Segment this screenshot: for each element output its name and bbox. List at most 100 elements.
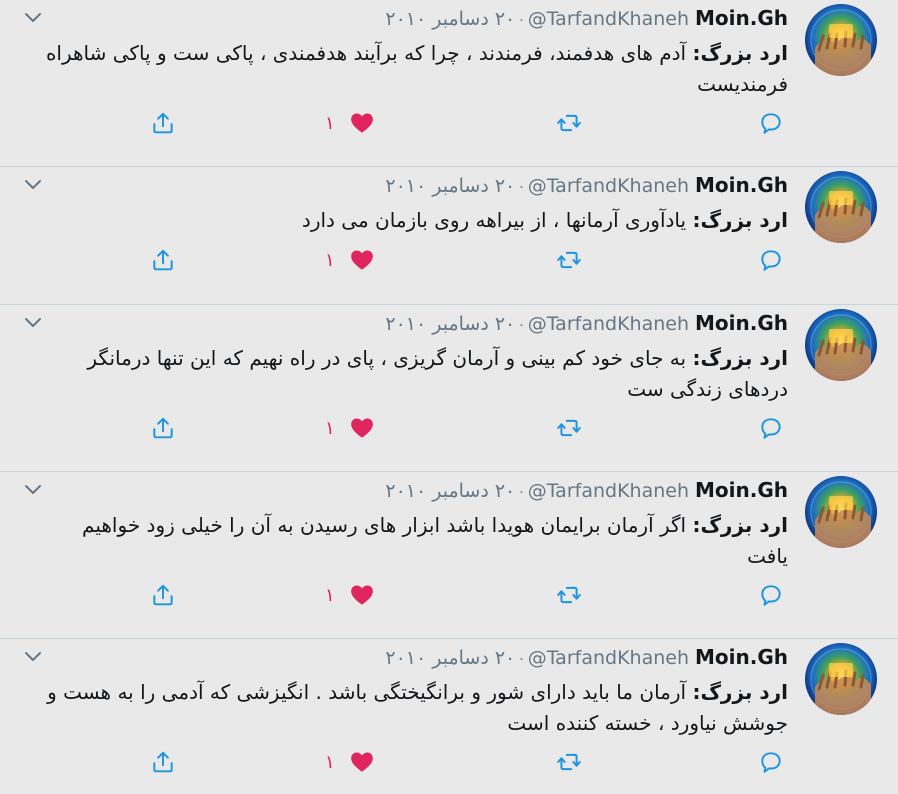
tweet-date[interactable]: ۲۰ دسامبر ۲۰۱۰ (385, 647, 515, 669)
reply-icon (761, 418, 781, 439)
share-button[interactable] (150, 247, 176, 273)
retweet-icon (557, 419, 581, 437)
like-button[interactable]: ۱ (325, 110, 375, 136)
heart-icon (350, 585, 373, 605)
retweet-button[interactable] (556, 415, 582, 441)
tweet-text: ارد بزرگ: آدم های هدفمند، فرمندند ، چرا … (40, 38, 788, 100)
share-button[interactable] (150, 110, 176, 136)
author-handle[interactable]: @TarfandKhaneh (528, 175, 689, 197)
tweet-body: آدم های هدفمند، فرمندند ، چرا که برآیند … (45, 41, 788, 96)
tweet-date[interactable]: ۲۰ دسامبر ۲۰۱۰ (385, 480, 515, 502)
tweet[interactable]: Moin.Gh @TarfandKhaneh · ۲۰ دسامبر ۲۰۱۰ … (0, 167, 898, 305)
heart-icon (350, 113, 373, 133)
tweet-date[interactable]: ۲۰ دسامبر ۲۰۱۰ (385, 313, 515, 335)
quote-prefix: ارد بزرگ: (692, 41, 788, 65)
heart-icon (350, 418, 373, 438)
reply-icon (761, 250, 781, 271)
tweet-actions: ۱ (0, 749, 898, 779)
tweet-actions: ۱ (0, 110, 898, 140)
reply-icon (761, 585, 781, 606)
retweet-icon (557, 114, 581, 132)
tweet-body: به جای خود کم بینی و آرمان گریزی ، پای د… (87, 346, 788, 401)
tweet[interactable]: Moin.Gh @TarfandKhaneh · ۲۰ دسامبر ۲۰۱۰ … (0, 639, 898, 794)
author-name[interactable]: Moin.Gh (695, 173, 788, 197)
reply-button[interactable] (758, 582, 784, 608)
tweet-feed: Moin.Gh @TarfandKhaneh · ۲۰ دسامبر ۲۰۱۰ … (0, 0, 898, 794)
avatar[interactable] (805, 309, 877, 381)
reply-icon (761, 113, 781, 134)
chevron-down-icon[interactable] (24, 179, 42, 191)
retweet-button[interactable] (556, 247, 582, 273)
like-count: ۱ (325, 417, 335, 439)
quote-prefix: ارد بزرگ: (692, 680, 788, 704)
share-button[interactable] (150, 749, 176, 775)
author-handle[interactable]: @TarfandKhaneh (528, 647, 689, 669)
tweet-header: Moin.Gh @TarfandKhaneh · ۲۰ دسامبر ۲۰۱۰ (385, 645, 788, 669)
tweet[interactable]: Moin.Gh @TarfandKhaneh · ۲۰ دسامبر ۲۰۱۰ … (0, 472, 898, 639)
quote-prefix: ارد بزرگ: (692, 513, 788, 537)
heart-icon (350, 752, 373, 772)
avatar-image-icon (810, 648, 872, 715)
share-icon (153, 751, 173, 773)
author-name[interactable]: Moin.Gh (695, 6, 788, 30)
separator: · (519, 13, 524, 29)
tweet-header: Moin.Gh @TarfandKhaneh · ۲۰ دسامبر ۲۰۱۰ (385, 173, 788, 197)
retweet-button[interactable] (556, 110, 582, 136)
tweet-actions: ۱ (0, 247, 898, 277)
like-count: ۱ (325, 249, 335, 271)
retweet-button[interactable] (556, 749, 582, 775)
tweet-body: آرمان ما باید دارای شور و برانگیختگی باش… (47, 680, 788, 735)
avatar[interactable] (805, 4, 877, 76)
like-button[interactable]: ۱ (325, 749, 375, 775)
share-icon (153, 584, 173, 606)
tweet-date[interactable]: ۲۰ دسامبر ۲۰۱۰ (385, 8, 515, 30)
author-name[interactable]: Moin.Gh (695, 478, 788, 502)
avatar[interactable] (805, 643, 877, 715)
retweet-button[interactable] (556, 582, 582, 608)
retweet-icon (557, 586, 581, 604)
tweet-text: ارد بزرگ: اگر آرمان برایمان هویدا باشد ا… (40, 510, 788, 572)
author-name[interactable]: Moin.Gh (695, 311, 788, 335)
tweet-body: اگر آرمان برایمان هویدا باشد ابزار های ر… (82, 513, 788, 568)
retweet-icon (557, 753, 581, 771)
chevron-down-icon[interactable] (24, 317, 42, 329)
retweet-icon (557, 251, 581, 269)
share-button[interactable] (150, 582, 176, 608)
author-handle[interactable]: @TarfandKhaneh (528, 480, 689, 502)
separator: · (519, 485, 524, 501)
tweet[interactable]: Moin.Gh @TarfandKhaneh · ۲۰ دسامبر ۲۰۱۰ … (0, 305, 898, 472)
author-name[interactable]: Moin.Gh (695, 645, 788, 669)
author-handle[interactable]: @TarfandKhaneh (528, 313, 689, 335)
reply-button[interactable] (758, 415, 784, 441)
tweet-actions: ۱ (0, 415, 898, 445)
tweet[interactable]: Moin.Gh @TarfandKhaneh · ۲۰ دسامبر ۲۰۱۰ … (0, 0, 898, 167)
heart-icon (350, 250, 373, 270)
share-button[interactable] (150, 415, 176, 441)
reply-button[interactable] (758, 110, 784, 136)
avatar-image-icon (810, 314, 872, 381)
chevron-down-icon[interactable] (24, 651, 42, 663)
avatar[interactable] (805, 476, 877, 548)
like-button[interactable]: ۱ (325, 415, 375, 441)
share-icon (153, 112, 173, 134)
tweet-header: Moin.Gh @TarfandKhaneh · ۲۰ دسامبر ۲۰۱۰ (385, 478, 788, 502)
avatar-image-icon (810, 9, 872, 76)
chevron-down-icon[interactable] (24, 484, 42, 496)
share-icon (153, 249, 173, 271)
tweet-text: ارد بزرگ: یادآوری آرمانها ، از بیراهه رو… (40, 205, 788, 236)
like-button[interactable]: ۱ (325, 582, 375, 608)
author-handle[interactable]: @TarfandKhaneh (528, 8, 689, 30)
reply-button[interactable] (758, 749, 784, 775)
like-button[interactable]: ۱ (325, 247, 375, 273)
chevron-down-icon[interactable] (24, 12, 42, 24)
tweet-header: Moin.Gh @TarfandKhaneh · ۲۰ دسامبر ۲۰۱۰ (385, 6, 788, 30)
reply-button[interactable] (758, 247, 784, 273)
tweet-date[interactable]: ۲۰ دسامبر ۲۰۱۰ (385, 175, 515, 197)
avatar[interactable] (805, 171, 877, 243)
separator: · (519, 652, 524, 668)
tweet-body: یادآوری آرمانها ، از بیراهه روی بازمان م… (301, 208, 687, 232)
avatar-image-icon (810, 176, 872, 243)
separator: · (519, 180, 524, 196)
like-count: ۱ (325, 584, 335, 606)
reply-icon (761, 752, 781, 773)
